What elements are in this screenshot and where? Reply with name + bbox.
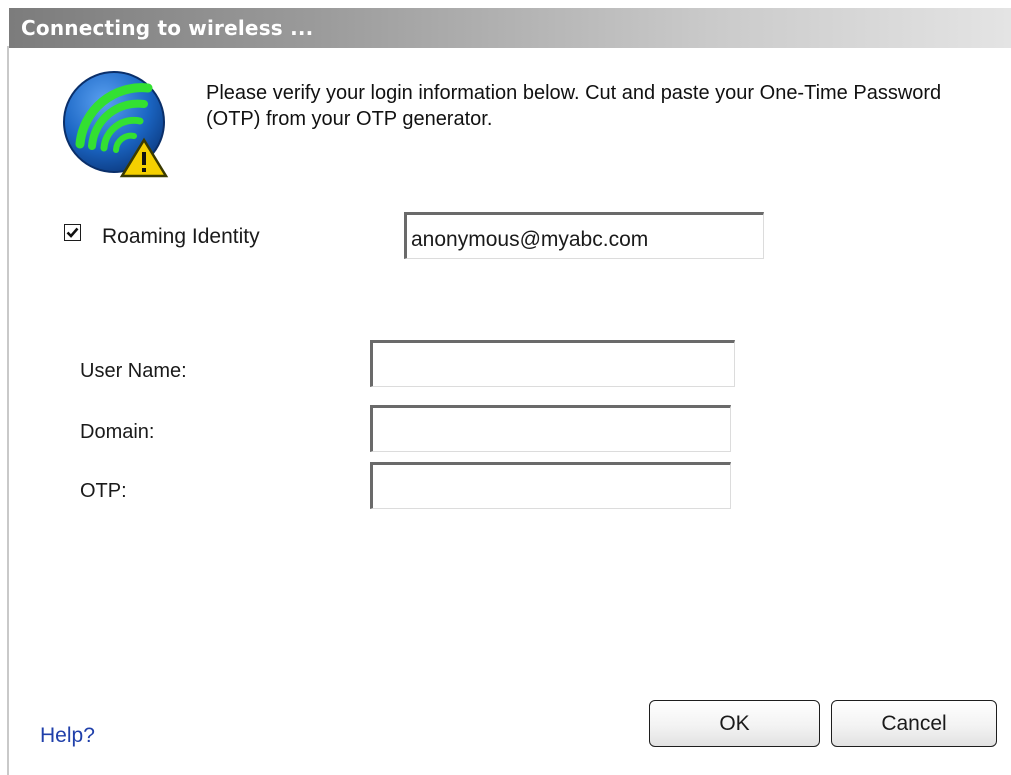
dialog-border — [7, 46, 9, 775]
domain-label: Domain: — [80, 421, 155, 443]
title-bar[interactable]: Connecting to wireless ... — [9, 8, 1011, 48]
roaming-identity-label[interactable]: Roaming Identity — [102, 225, 260, 249]
ok-button[interactable]: OK — [649, 700, 820, 747]
username-label: User Name: — [80, 360, 187, 382]
instruction-message: Please verify your login information bel… — [206, 82, 942, 130]
connect-dialog: Connecting to wireless ... Please verify… — [0, 0, 1011, 775]
otp-label: OTP: — [80, 480, 127, 502]
username-input[interactable] — [370, 340, 735, 387]
domain-input[interactable] — [370, 405, 731, 452]
window-title: Connecting to wireless ... — [21, 16, 314, 40]
checkmark-icon — [66, 227, 79, 238]
roaming-identity-input[interactable] — [404, 212, 764, 259]
otp-input[interactable] — [370, 462, 731, 509]
dialog-left-edge — [0, 0, 9, 775]
cancel-button[interactable]: Cancel — [831, 700, 997, 747]
wireless-icon-graphic — [63, 71, 169, 178]
help-link[interactable]: Help? — [40, 724, 95, 748]
wireless-warning-icon — [60, 66, 175, 181]
roaming-identity-checkbox[interactable] — [64, 224, 81, 241]
